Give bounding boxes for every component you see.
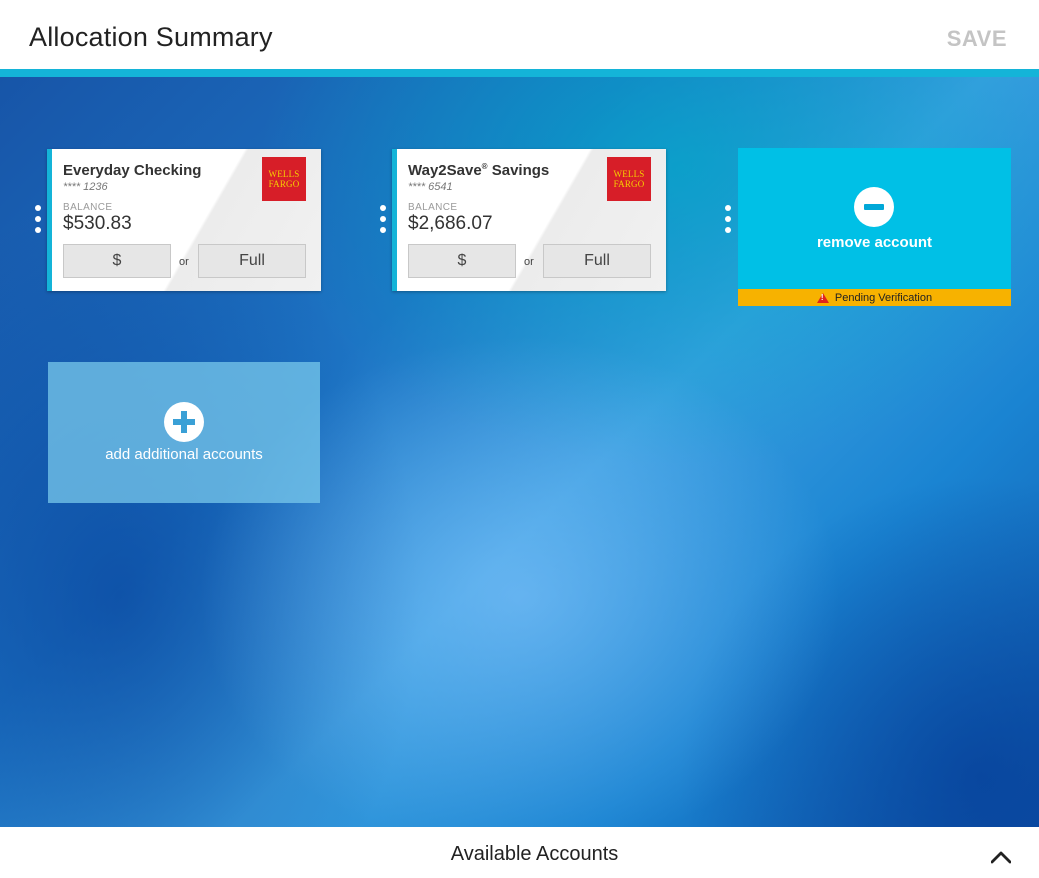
header-accent-bar [0, 69, 1039, 77]
allocation-area: Everyday Checking **** 1236 BALANCE $530… [0, 77, 1039, 827]
balance-label: BALANCE [408, 202, 458, 213]
available-accounts-title: Available Accounts [450, 843, 619, 865]
minus-circle-icon[interactable] [854, 187, 894, 227]
full-amount-button[interactable]: Full [198, 244, 306, 278]
pending-verification-badge: Pending Verification [738, 289, 1011, 306]
logo-text-line2: FARGO [613, 179, 645, 189]
account-name: Way2Save® Savings [408, 162, 549, 179]
app-header: Allocation Summary SAVE [0, 0, 1039, 70]
account-card-checking[interactable]: Everyday Checking **** 1236 BALANCE $530… [47, 149, 321, 291]
warning-icon [816, 292, 829, 303]
logo-text-line1: WELLS [268, 169, 300, 179]
dollar-amount-button[interactable]: $ [408, 244, 516, 278]
account-name-suffix: Savings [487, 162, 550, 179]
balance-value: $2,686.07 [408, 213, 493, 234]
chevron-up-icon[interactable] [991, 847, 1011, 867]
wells-fargo-logo: WELLS FARGO [607, 157, 651, 201]
plus-circle-icon[interactable] [164, 402, 204, 442]
add-accounts-label: add additional accounts [105, 446, 263, 463]
account-number: **** 1236 [63, 181, 108, 193]
account-name-main: Way2Save [408, 162, 482, 179]
dollar-amount-button[interactable]: $ [63, 244, 171, 278]
balance-value: $530.83 [63, 213, 132, 234]
balance-label: BALANCE [63, 202, 113, 213]
account-name: Everyday Checking [63, 162, 202, 179]
drag-handle-icon[interactable] [724, 205, 732, 233]
wells-fargo-logo: WELLS FARGO [262, 157, 306, 201]
save-button[interactable]: SAVE [947, 26, 1007, 52]
page-title: Allocation Summary [29, 22, 273, 52]
full-amount-button[interactable]: Full [543, 244, 651, 278]
add-accounts-card[interactable]: add additional accounts [48, 362, 320, 503]
drag-handle-icon[interactable] [379, 205, 387, 233]
account-card-savings[interactable]: Way2Save® Savings **** 6541 BALANCE $2,6… [392, 149, 666, 291]
pending-verification-text: Pending Verification [834, 291, 933, 304]
available-accounts-drawer[interactable]: Available Accounts [0, 827, 1039, 878]
or-label: or [524, 256, 534, 268]
account-number: **** 6541 [408, 181, 453, 193]
or-label: or [179, 256, 189, 268]
logo-text-line1: WELLS [613, 169, 645, 179]
remove-account-label: remove account [816, 234, 933, 251]
drag-handle-icon[interactable] [34, 205, 42, 233]
remove-account-card[interactable]: remove account Pending Verification [738, 148, 1011, 306]
logo-text-line2: FARGO [268, 179, 300, 189]
